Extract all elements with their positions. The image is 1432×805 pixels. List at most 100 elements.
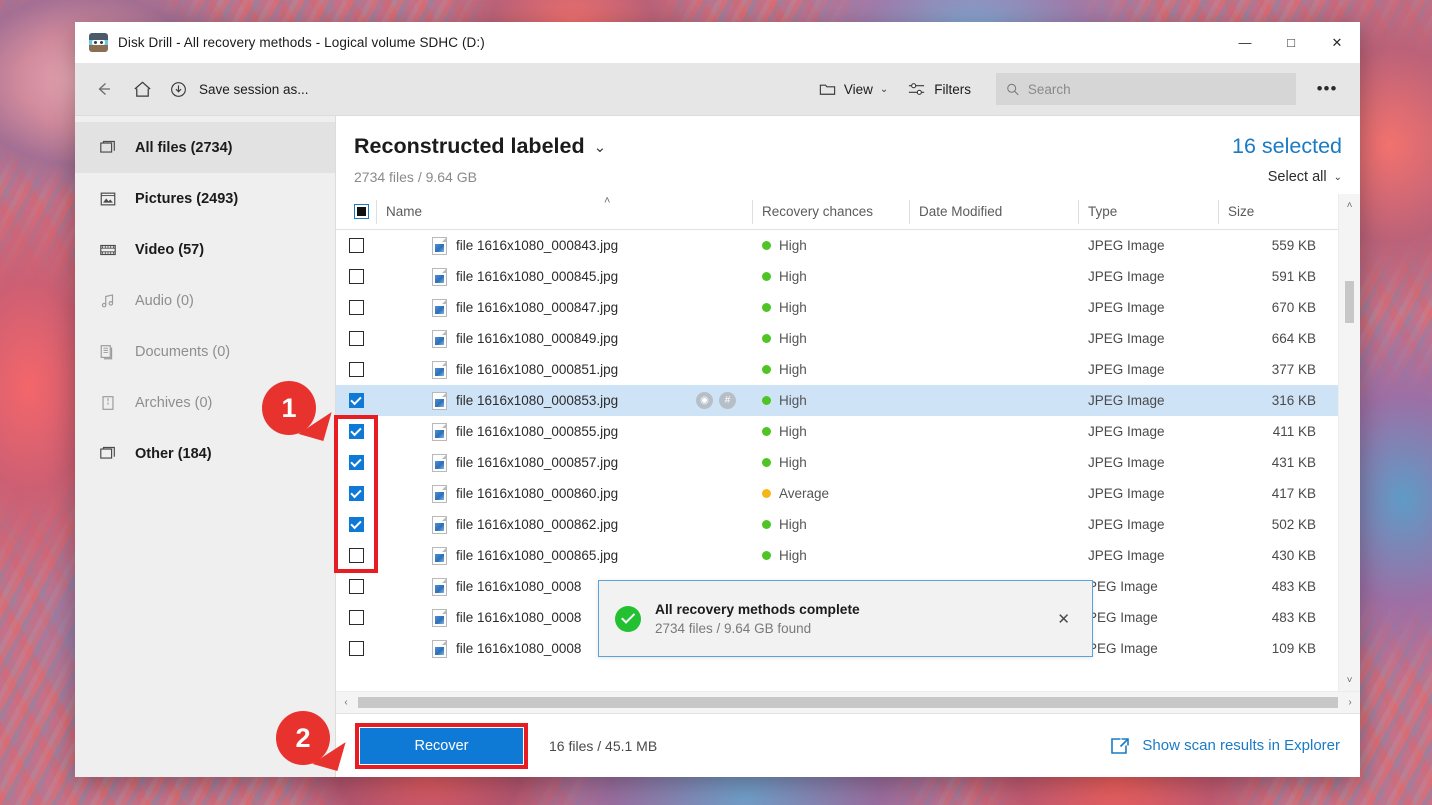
row-recovery-chance: Average [752,478,909,509]
view-button[interactable]: View ⌄ [809,73,897,106]
row-type: JPEG Image [1088,362,1165,377]
table-row[interactable]: file 1616x1080_000862.jpg High JPEG Image 5… [336,509,1338,540]
recovery-chance-label: High [779,362,807,377]
image-file-icon [432,577,447,596]
table-row[interactable]: file 1616x1080_000845.jpg High JPEG Image 5… [336,261,1338,292]
row-checkbox[interactable] [336,323,376,354]
recovery-chance-label: High [779,300,807,315]
results-group-dropdown[interactable]: Reconstructed labeled ⌄ [354,134,1232,159]
table-row[interactable]: file 1616x1080_000843.jpg High JPEG Image 5… [336,230,1338,261]
row-filename-cell: file 1616x1080_000857.jpg [376,447,752,478]
column-header-size[interactable]: Size [1218,194,1338,230]
vertical-scrollbar[interactable]: ˄ ˅ [1338,194,1360,691]
image-file-icon [432,608,447,627]
hex-view-icon[interactable]: # [719,392,736,409]
select-all-checkbox[interactable] [336,194,376,230]
row-checkbox[interactable] [336,602,376,633]
horizontal-scrollbar[interactable]: ‹ › [336,691,1360,713]
table-row[interactable]: file 1616x1080_000857.jpg High JPEG Image 4… [336,447,1338,478]
row-checkbox[interactable] [336,633,376,664]
table-row[interactable]: file 1616x1080_000865.jpg High JPEG Image 4… [336,540,1338,571]
toast-close-button[interactable]: ✕ [1051,604,1076,634]
row-size: 664 KB [1271,331,1316,346]
filters-button[interactable]: Filters [897,73,980,106]
row-checkbox[interactable] [336,509,376,540]
checkbox-indeterminate-icon [353,204,369,219]
column-header-date-modified[interactable]: Date Modified [909,194,1078,230]
sidebar-item-video[interactable]: Video (57) [75,224,335,275]
show-in-explorer-link[interactable]: Show scan results in Explorer [1109,736,1340,756]
filters-label: Filters [934,81,971,97]
main-header-right: 16 selected Select all ⌄ [1232,134,1342,186]
sidebar-item-audio[interactable]: Audio (0) [75,275,335,326]
column-header-name[interactable]: Name ˄ [376,194,752,230]
table-row[interactable]: file 1616x1080_000855.jpg High JPEG Image 4… [336,416,1338,447]
more-options-button[interactable]: ••• [1308,70,1346,108]
column-header-type[interactable]: Type [1078,194,1218,230]
row-checkbox[interactable] [336,447,376,478]
main-header: Reconstructed labeled ⌄ 2734 files / 9.6… [336,116,1360,194]
row-recovery-chance: High [752,416,909,447]
sidebar-item-other[interactable]: Other (184) [75,428,335,479]
vertical-scrollbar-thumb[interactable] [1345,281,1354,323]
close-button[interactable]: ✕ [1314,22,1360,63]
row-filename: file 1616x1080_000865.jpg [456,548,619,563]
results-table: Name ˄ Recovery chances Date Modified Ty… [336,194,1360,713]
recovery-chance-label: High [779,331,807,346]
row-filename-cell: file 1616x1080_000862.jpg [376,509,752,540]
sidebar-item-documents[interactable]: Documents (0) [75,326,335,377]
maximize-button[interactable]: □ [1268,22,1314,63]
recover-button[interactable]: Recover [360,727,523,764]
checkbox-unchecked-icon [348,610,364,625]
checkbox-checked-icon [348,424,364,439]
row-checkbox[interactable] [336,571,376,602]
preview-eye-icon[interactable]: ◉ [696,392,713,409]
row-checkbox[interactable] [336,230,376,261]
row-recovery-chance: High [752,447,909,478]
sidebar-item-all-files[interactable]: All files (2734) [75,122,335,173]
row-filename-cell: file 1616x1080_000853.jpg ◉ # [376,385,752,416]
scroll-down-button[interactable]: ˅ [1339,669,1360,691]
sidebar-item-pictures[interactable]: Pictures (2493) [75,173,335,224]
table-row[interactable]: file 1616x1080_000847.jpg High JPEG Image 6… [336,292,1338,323]
row-checkbox[interactable] [336,292,376,323]
minimize-button[interactable]: — [1222,22,1268,63]
checkbox-checked-icon [348,517,364,532]
row-checkbox[interactable] [336,478,376,509]
search-input[interactable] [1027,81,1286,97]
save-session-label: Save session as... [199,81,309,97]
row-checkbox[interactable] [336,261,376,292]
save-session-button[interactable]: Save session as... [161,70,317,108]
checkbox-checked-icon [348,393,364,408]
table-row[interactable]: file 1616x1080_000851.jpg High JPEG Image 3… [336,354,1338,385]
row-size: 483 KB [1271,610,1316,625]
search-box[interactable] [996,73,1296,105]
row-checkbox[interactable] [336,540,376,571]
row-size: 109 KB [1271,641,1316,656]
scroll-right-button[interactable]: › [1340,697,1360,708]
row-checkbox[interactable] [336,385,376,416]
column-header-recovery-chances[interactable]: Recovery chances [752,194,909,230]
recovery-chance-label: High [779,238,807,253]
row-filename: file 1616x1080_000849.jpg [456,331,619,346]
row-date-modified [909,261,1078,292]
row-checkbox[interactable] [336,354,376,385]
table-row[interactable]: file 1616x1080_000849.jpg High JPEG Image 6… [336,323,1338,354]
image-file-icon [432,453,447,472]
recovery-chance-dot-icon [762,458,771,467]
table-row[interactable]: file 1616x1080_000853.jpg ◉ # High JPEG Imag… [336,385,1338,416]
row-type: JPEG Image [1088,269,1165,284]
table-row[interactable]: file 1616x1080_000860.jpg Average JPEG Ima… [336,478,1338,509]
scroll-left-button[interactable]: ‹ [336,697,356,708]
scroll-up-button[interactable]: ˄ [1339,194,1360,216]
select-all-dropdown[interactable]: Select all ⌄ [1268,169,1342,185]
row-recovery-chance: High [752,354,909,385]
vertical-scrollbar-track[interactable] [1339,323,1360,669]
files-icon [97,137,119,159]
row-size: 591 KB [1271,269,1316,284]
row-checkbox[interactable] [336,416,376,447]
horizontal-scrollbar-thumb[interactable] [358,697,1338,708]
home-button[interactable] [123,70,161,108]
back-button[interactable] [85,70,123,108]
sidebar: All files (2734) Pictures (2493) Video (… [75,116,336,777]
